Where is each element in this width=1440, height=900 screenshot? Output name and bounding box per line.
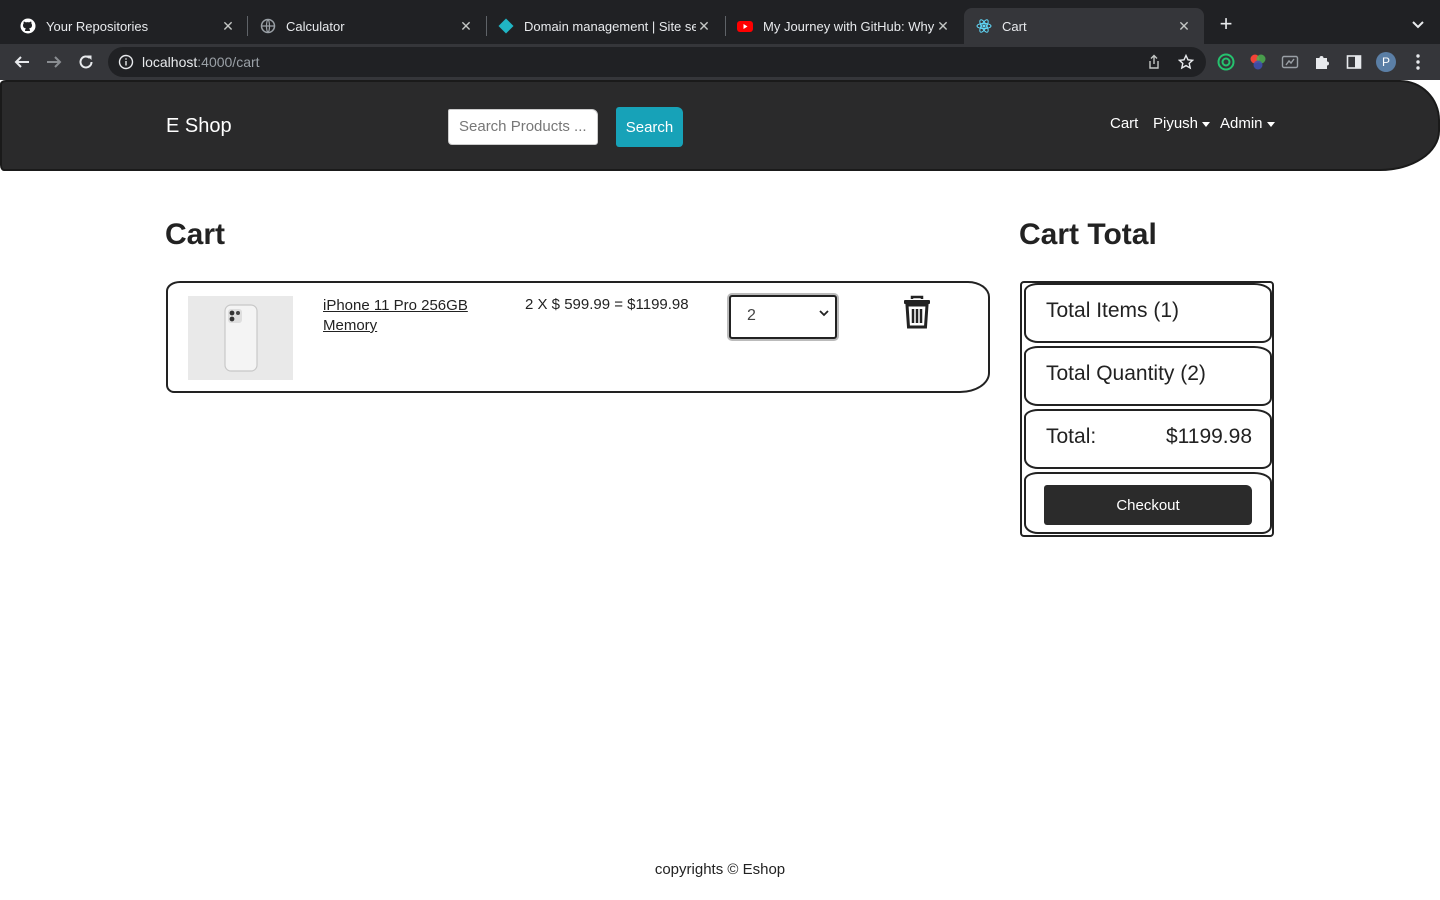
brand-logo[interactable]: E Shop: [166, 115, 232, 138]
quantity-select[interactable]: 2: [729, 295, 837, 339]
footer-copyright: copyrights © Eshop: [654, 861, 786, 878]
tab-title: Calculator: [286, 18, 345, 34]
youtube-icon: [737, 18, 753, 34]
trash-icon: [904, 295, 930, 329]
color-picker-icon[interactable]: [1248, 52, 1268, 72]
url-path: :4000/cart: [197, 54, 260, 70]
tab-domain-management[interactable]: Domain management | Site set ✕: [486, 8, 724, 44]
checkout-button[interactable]: Checkout: [1044, 485, 1252, 525]
forward-button[interactable]: [40, 48, 68, 76]
phone-icon: [223, 304, 258, 372]
url-text: localhost:4000/cart: [142, 54, 260, 70]
tab-search-button[interactable]: [1406, 12, 1430, 36]
search-input[interactable]: Search Products ...: [448, 109, 598, 145]
tab-title: Your Repositories: [46, 18, 149, 34]
search-button[interactable]: Search: [616, 107, 683, 147]
new-tab-button[interactable]: +: [1214, 12, 1238, 36]
total-label: Total:: [1046, 425, 1097, 448]
admin-menu-label: Admin: [1220, 115, 1263, 132]
react-icon: [976, 18, 992, 34]
netlify-icon: [498, 18, 514, 34]
total-quantity-row: Total Quantity (2): [1024, 346, 1272, 406]
caret-down-icon: [1202, 121, 1211, 127]
chevron-down-icon: [1412, 21, 1424, 29]
star-icon[interactable]: [1177, 53, 1195, 75]
tab-your-repositories[interactable]: Your Repositories ✕: [8, 8, 248, 44]
reload-button[interactable]: [72, 48, 100, 76]
product-price-line: 2 X $ 599.99 = $1199.98: [525, 296, 689, 313]
globe-icon: [260, 18, 276, 34]
admin-menu-dropdown[interactable]: Admin: [1220, 115, 1275, 132]
nav-cart-link[interactable]: Cart: [1110, 115, 1138, 132]
cart-summary-box: Total Items (1) Total Quantity (2) Total…: [1020, 281, 1274, 537]
product-image[interactable]: [188, 296, 293, 380]
extension-target-icon[interactable]: [1216, 52, 1236, 72]
info-icon[interactable]: [118, 54, 134, 75]
browser-toolbar: localhost:4000/cart P: [0, 44, 1440, 80]
chevron-down-icon: [819, 310, 829, 317]
user-menu-label: Piyush: [1153, 115, 1199, 132]
close-icon[interactable]: ✕: [696, 18, 712, 35]
tab-calculator[interactable]: Calculator ✕: [248, 8, 486, 44]
total-amount: $1199.98: [1165, 425, 1252, 448]
cart-item: iPhone 11 Pro 256GB Memory 2 X $ 599.99 …: [166, 281, 990, 393]
profile-avatar[interactable]: P: [1376, 52, 1396, 72]
share-icon[interactable]: [1146, 54, 1162, 75]
puzzle-icon[interactable]: [1312, 52, 1332, 72]
user-menu-dropdown[interactable]: Piyush: [1153, 115, 1211, 132]
github-icon: [20, 18, 36, 34]
arrow-left-icon: [14, 56, 29, 68]
site-navbar: E Shop Search Products ... Search Cart P…: [0, 80, 1440, 171]
total-price-row: Total: $1199.98: [1024, 409, 1272, 469]
cart-heading: Cart: [165, 218, 226, 251]
browser-tab-bar: Your Repositories ✕ Calculator ✕ Domain …: [0, 0, 1440, 44]
back-button[interactable]: [8, 48, 36, 76]
tab-title: Cart: [1002, 18, 1027, 34]
more-vert-icon[interactable]: [1408, 52, 1428, 72]
arrow-right-icon: [47, 56, 62, 68]
page-content: E Shop Search Products ... Search Cart P…: [0, 80, 1440, 900]
cart-total-heading: Cart Total: [1019, 218, 1157, 251]
total-items-row: Total Items (1): [1024, 283, 1272, 343]
close-icon[interactable]: ✕: [458, 18, 474, 35]
url-host: localhost: [142, 54, 198, 70]
screen-capture-icon[interactable]: [1280, 52, 1300, 72]
close-icon[interactable]: ✕: [220, 18, 236, 35]
product-name-link[interactable]: iPhone 11 Pro 256GB Memory: [323, 296, 493, 336]
reload-icon: [79, 55, 93, 69]
tab-cart[interactable]: Cart ✕: [964, 8, 1204, 44]
delete-item-button[interactable]: [902, 295, 932, 329]
address-bar[interactable]: localhost:4000/cart: [108, 47, 1206, 77]
tab-youtube-video[interactable]: My Journey with GitHub: Why c ✕: [725, 8, 963, 44]
close-icon[interactable]: ✕: [1176, 18, 1192, 35]
quantity-value: 2: [747, 307, 756, 324]
close-icon[interactable]: ✕: [935, 18, 951, 35]
caret-down-icon: [1266, 121, 1275, 127]
tab-title: My Journey with GitHub: Why c: [763, 18, 935, 34]
tab-title: Domain management | Site set: [524, 18, 696, 34]
side-panel-icon[interactable]: [1344, 52, 1364, 72]
